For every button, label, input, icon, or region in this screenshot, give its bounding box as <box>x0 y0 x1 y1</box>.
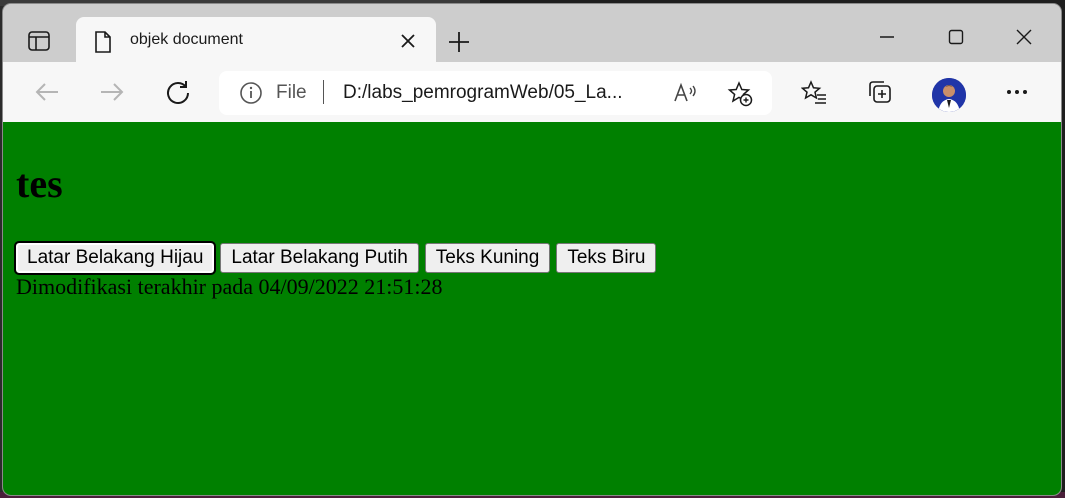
close-icon[interactable] <box>398 31 418 51</box>
scheme-label: File <box>276 82 307 103</box>
tab-actions-icon[interactable] <box>21 26 57 56</box>
button-row: Latar Belakang Hijau Latar Belakang Puti… <box>13 241 657 275</box>
yellow-text-button[interactable]: Teks Kuning <box>424 243 551 273</box>
toolbar: File D:/labs_pemrogramWeb/05_La... <box>3 62 1061 122</box>
green-background-button[interactable]: Latar Belakang Hijau <box>13 241 217 275</box>
last-modified-text: Dimodifikasi terakhir pada 04/09/2022 21… <box>16 274 443 299</box>
tab-active[interactable]: objek document <box>76 17 436 63</box>
page-icon <box>94 31 112 53</box>
refresh-icon[interactable] <box>162 76 194 108</box>
forward-icon[interactable] <box>96 76 128 108</box>
tab-bar: objek document <box>3 4 1061 63</box>
maximize-icon[interactable] <box>941 22 971 52</box>
window-close-icon[interactable] <box>1009 22 1039 52</box>
omnibox-separator <box>323 80 324 104</box>
page-content: tes Latar Belakang Hijau Latar Belakang … <box>3 122 1061 495</box>
page-heading: tes <box>16 161 63 206</box>
info-icon[interactable] <box>239 81 263 105</box>
blue-text-button[interactable]: Teks Biru <box>556 243 657 273</box>
back-icon[interactable] <box>31 76 63 108</box>
read-aloud-icon[interactable] <box>673 81 699 105</box>
new-tab-icon[interactable] <box>447 30 471 54</box>
add-favorite-icon[interactable] <box>727 81 753 107</box>
address-bar[interactable]: File D:/labs_pemrogramWeb/05_La... <box>219 71 772 115</box>
white-background-button[interactable]: Latar Belakang Putih <box>220 243 419 273</box>
tab-title: objek document <box>130 31 243 48</box>
url-text[interactable]: D:/labs_pemrogramWeb/05_La... <box>343 82 623 104</box>
minimize-icon[interactable] <box>872 22 902 52</box>
avatar[interactable] <box>932 78 966 112</box>
collections-icon[interactable] <box>864 76 896 108</box>
more-icon[interactable] <box>1001 76 1033 108</box>
favorites-icon[interactable] <box>798 76 830 108</box>
browser-window: objek document File D:/labs_pemrogramWeb… <box>3 4 1061 495</box>
